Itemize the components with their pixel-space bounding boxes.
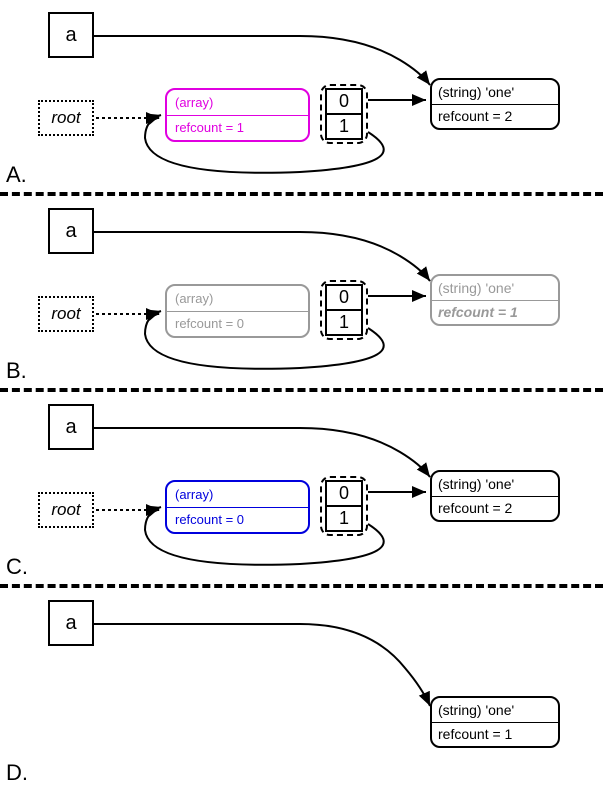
string-refcount-label: refcount = 1 — [438, 304, 518, 320]
string-zval-box: (string) 'one' refcount = 2 — [430, 78, 560, 130]
string-zval-box: (string) 'one' refcount = 1 — [430, 274, 560, 326]
array-zval-box: (array) refcount = 0 — [165, 284, 310, 338]
panel-label: B. — [6, 358, 27, 384]
string-type-label: (string) 'one' — [438, 702, 514, 718]
array-type-label: (array) — [175, 95, 213, 110]
variable-a-label: a — [65, 612, 76, 635]
variable-a-box: a — [48, 404, 94, 450]
variable-a-box: a — [48, 208, 94, 254]
array-indices-box: 0 1 — [325, 88, 363, 140]
array-type-label: (array) — [175, 487, 213, 502]
array-index-0: 0 — [327, 90, 361, 115]
array-zval-box: (array) refcount = 1 — [165, 88, 310, 142]
panel-label: A. — [6, 162, 27, 188]
variable-a-label: a — [65, 24, 76, 47]
variable-a-box: a — [48, 600, 94, 646]
panel-c: a root (array) refcount = 0 0 1 (string)… — [0, 392, 603, 584]
panel-b: a root (array) refcount = 0 0 1 (string)… — [0, 196, 603, 388]
panel-d: a (string) 'one' refcount = 1 D. — [0, 588, 603, 788]
array-index-1: 1 — [327, 115, 361, 138]
array-indices-container: 0 1 — [320, 84, 368, 144]
array-index-0: 0 — [327, 286, 361, 311]
array-index-1: 1 — [327, 311, 361, 334]
panel-label: C. — [6, 554, 28, 580]
array-indices-container: 0 1 — [320, 280, 368, 340]
string-type-label: (string) 'one' — [438, 476, 514, 492]
array-index-1: 1 — [327, 507, 361, 530]
variable-a-box: a — [48, 12, 94, 58]
panel-label: D. — [6, 760, 28, 786]
array-refcount-label: refcount = 1 — [175, 120, 244, 135]
root-label: root — [51, 304, 80, 324]
variable-a-label: a — [65, 416, 76, 439]
array-zval-box: (array) refcount = 0 — [165, 480, 310, 534]
panel-a: a root (array) refcount = 1 0 1 (string)… — [0, 0, 603, 192]
string-refcount-label: refcount = 1 — [438, 726, 512, 742]
array-indices-container: 0 1 — [320, 476, 368, 536]
array-refcount-label: refcount = 0 — [175, 316, 244, 331]
array-indices-box: 0 1 — [325, 284, 363, 336]
root-box: root — [38, 492, 94, 528]
string-zval-box: (string) 'one' refcount = 1 — [430, 696, 560, 748]
string-type-label: (string) 'one' — [438, 84, 514, 100]
variable-a-label: a — [65, 220, 76, 243]
string-refcount-label: refcount = 2 — [438, 108, 512, 124]
root-box: root — [38, 100, 94, 136]
array-type-label: (array) — [175, 291, 213, 306]
array-indices-box: 0 1 — [325, 480, 363, 532]
array-refcount-label: refcount = 0 — [175, 512, 244, 527]
root-box: root — [38, 296, 94, 332]
root-label: root — [51, 108, 80, 128]
string-zval-box: (string) 'one' refcount = 2 — [430, 470, 560, 522]
root-label: root — [51, 500, 80, 520]
string-type-label: (string) 'one' — [438, 280, 514, 296]
string-refcount-label: refcount = 2 — [438, 500, 512, 516]
array-index-0: 0 — [327, 482, 361, 507]
